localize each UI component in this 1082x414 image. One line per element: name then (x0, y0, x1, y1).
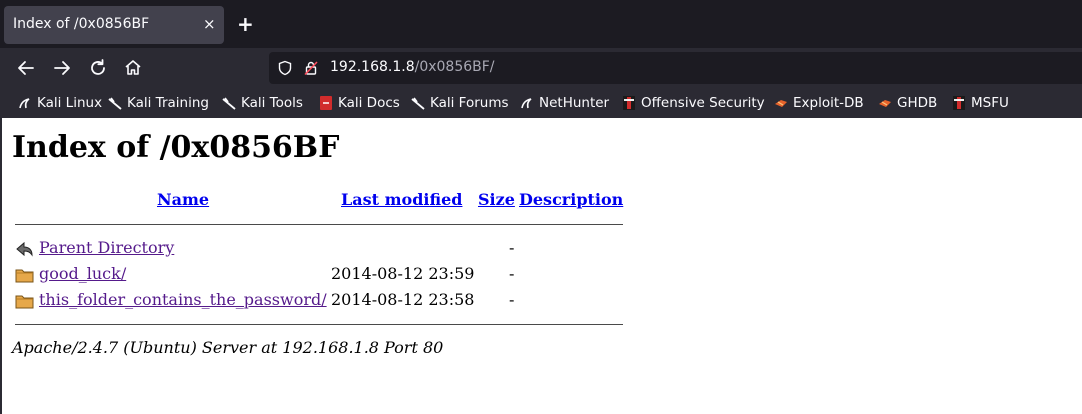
footer-divider (15, 324, 623, 325)
header-divider (15, 224, 623, 225)
column-header-last-modified[interactable]: Last modified (341, 190, 462, 209)
offsec-icon (952, 96, 966, 110)
browser-chrome: Index of /0x0856BF × + 192.168.1.8/0x085… (0, 0, 1082, 118)
bookmark-kali-tools[interactable]: Kali Tools (222, 94, 303, 112)
back-button[interactable] (15, 57, 37, 79)
bookmark-label: Kali Linux (37, 95, 103, 111)
row-last-modified: 2014-08-12 23:59 (331, 264, 475, 283)
parent-directory-link[interactable]: Parent Directory (39, 238, 174, 257)
bookmark-offensive-security[interactable]: Offensive Security (622, 94, 765, 112)
row-size: - (509, 238, 515, 257)
bookmark-label: Kali Docs (338, 95, 400, 111)
reload-button[interactable] (87, 57, 109, 79)
back-arrow-icon (16, 241, 33, 257)
folder-icon (15, 295, 34, 309)
home-icon (125, 60, 141, 75)
tab-title: Index of /0x0856BF (13, 16, 150, 32)
row-last-modified: 2014-08-12 23:58 (331, 290, 475, 309)
offsec-icon (622, 96, 636, 110)
folder-icon (15, 269, 34, 283)
column-header-description[interactable]: Description (519, 190, 623, 209)
bookmark-kali-linux[interactable]: Kali Linux (18, 94, 102, 112)
bookmark-label: Offensive Security (641, 95, 765, 111)
new-tab-button[interactable]: + (237, 13, 254, 35)
bookmark-label: NetHunter (539, 95, 610, 111)
folder-link-password[interactable]: this_folder_contains_the_password/ (39, 290, 327, 309)
page-content: Index of /0x0856BF Name Last modified Si… (0, 118, 1082, 414)
bookmark-label: MSFU (971, 95, 1009, 111)
url-path: /0x0856BF/ (414, 59, 495, 75)
column-header-name[interactable]: Name (157, 190, 209, 209)
bookmark-label: GHDB (897, 95, 938, 111)
exploitdb-icon (878, 96, 892, 110)
bookmark-msfu[interactable]: MSFU (952, 94, 1009, 112)
forward-button[interactable] (51, 57, 73, 79)
tab-active[interactable]: Index of /0x0856BF × (4, 6, 224, 44)
forward-arrow-icon (54, 61, 70, 75)
tracking-shield-icon[interactable] (277, 60, 293, 76)
navigation-bar: 192.168.1.8/0x0856BF/ (0, 48, 1082, 88)
folder-link-good-luck[interactable]: good_luck/ (39, 264, 126, 283)
back-arrow-icon (18, 61, 34, 75)
tab-close-icon[interactable]: × (203, 15, 216, 33)
bookmark-kali-training[interactable]: Kali Training (108, 94, 209, 112)
bookmarks-toolbar: Kali Linux Kali Training Kali Tools Kali… (0, 90, 1082, 116)
page-title: Index of /0x0856BF (12, 130, 340, 165)
row-size: - (509, 264, 515, 283)
kali-dragon-icon (108, 96, 122, 110)
column-header-size[interactable]: Size (478, 190, 515, 209)
row-size: - (509, 290, 515, 309)
nethunter-icon (520, 96, 534, 110)
bookmark-exploit-db[interactable]: Exploit-DB (774, 94, 864, 112)
docs-icon (319, 96, 333, 110)
server-signature: Apache/2.4.7 (Ubuntu) Server at 192.168.… (12, 338, 444, 357)
bookmark-kali-forums[interactable]: Kali Forums (411, 94, 509, 112)
bookmark-nethunter[interactable]: NetHunter (520, 94, 609, 112)
url-host: 192.168.1.8 (330, 59, 415, 75)
bookmark-label: Kali Forums (430, 95, 509, 111)
bookmark-label: Kali Tools (241, 95, 303, 111)
insecure-lock-icon[interactable] (303, 60, 319, 76)
bookmark-label: Kali Training (127, 95, 209, 111)
exploitdb-icon (774, 96, 788, 110)
bookmark-label: Exploit-DB (793, 95, 864, 111)
kali-dragon-icon (411, 96, 425, 110)
home-button[interactable] (122, 57, 144, 79)
address-bar[interactable]: 192.168.1.8/0x0856BF/ (269, 52, 1082, 84)
url-text[interactable]: 192.168.1.8/0x0856BF/ (330, 59, 495, 75)
kali-dragon-icon (222, 96, 236, 110)
reload-icon (91, 59, 105, 75)
bookmark-kali-docs[interactable]: Kali Docs (319, 94, 400, 112)
kali-dragon-icon (18, 96, 32, 110)
tab-strip: Index of /0x0856BF × + (0, 0, 1082, 48)
bookmark-ghdb[interactable]: GHDB (878, 94, 937, 112)
